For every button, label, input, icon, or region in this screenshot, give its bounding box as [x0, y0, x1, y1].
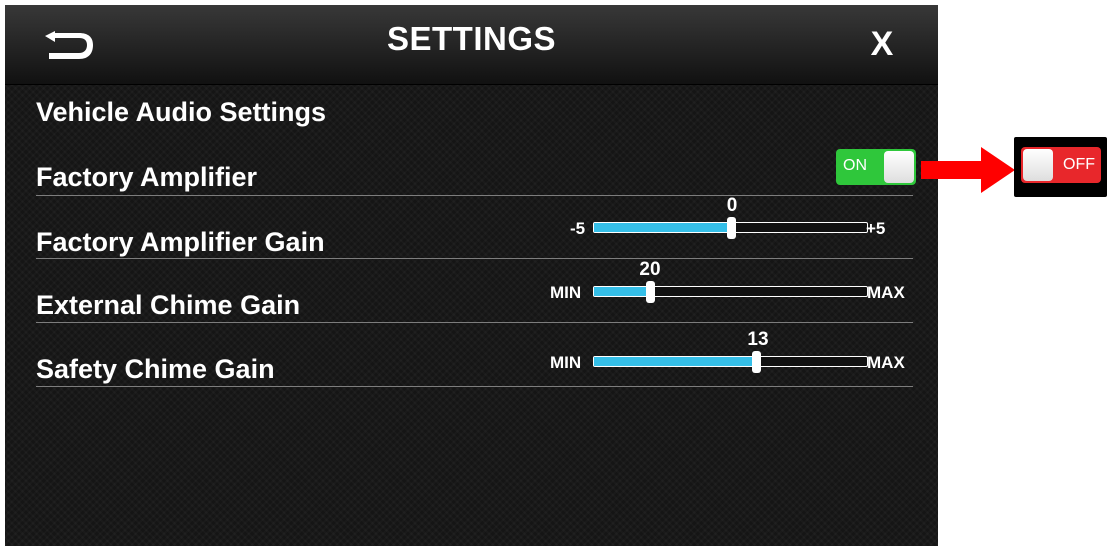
slider-value: 0 — [726, 195, 738, 216]
factory-amplifier-toggle-off[interactable]: OFF — [1021, 147, 1101, 183]
red-arrow-icon — [921, 147, 1015, 193]
factory-amplifier-gain-slider[interactable]: -5 0 +5 — [560, 195, 920, 241]
slider-min-label: -5 — [570, 219, 586, 238]
slider-fill — [594, 357, 758, 366]
close-button[interactable]: X — [857, 19, 907, 69]
divider — [36, 322, 913, 323]
settings-screen: SETTINGS X Vehicle Audio Settings Factor… — [5, 5, 938, 546]
toggle-off-label: OFF — [1063, 156, 1095, 173]
slider-thumb[interactable] — [646, 281, 655, 303]
toggle-knob[interactable] — [884, 151, 914, 183]
slider-value: 20 — [639, 259, 661, 280]
toggle-on-label: ON — [843, 157, 867, 174]
slider-max-label: +5 — [866, 219, 886, 238]
divider — [36, 386, 913, 387]
factory-amplifier-toggle[interactable]: ON — [836, 149, 916, 185]
safety-chime-gain-slider[interactable]: MIN 13 MAX — [550, 329, 920, 375]
slider-fill — [594, 287, 649, 296]
slider-min-label: MIN — [550, 353, 582, 372]
header-bar: SETTINGS X — [5, 5, 938, 85]
callout-panel: OFF — [1014, 137, 1107, 197]
external-chime-gain-slider[interactable]: MIN 20 MAX — [550, 259, 920, 305]
slider-thumb[interactable] — [752, 351, 761, 373]
factory-amplifier-label: Factory Amplifier — [36, 162, 258, 192]
factory-amplifier-gain-label: Factory Amplifier Gain — [36, 227, 325, 257]
slider-track[interactable] — [593, 356, 868, 367]
toggle-knob[interactable] — [1023, 149, 1053, 181]
slider-fill — [594, 223, 731, 232]
slider-value: 13 — [747, 329, 769, 350]
external-chime-gain-label: External Chime Gain — [36, 290, 301, 320]
safety-chime-gain-label: Safety Chime Gain — [36, 354, 275, 384]
slider-min-label: MIN — [550, 283, 582, 302]
slider-thumb[interactable] — [727, 217, 736, 239]
slider-track[interactable] — [593, 286, 868, 297]
slider-max-label: MAX — [867, 353, 905, 372]
section-title: Vehicle Audio Settings — [36, 97, 327, 127]
slider-max-label: MAX — [867, 283, 905, 302]
page-title: SETTINGS — [386, 20, 557, 57]
